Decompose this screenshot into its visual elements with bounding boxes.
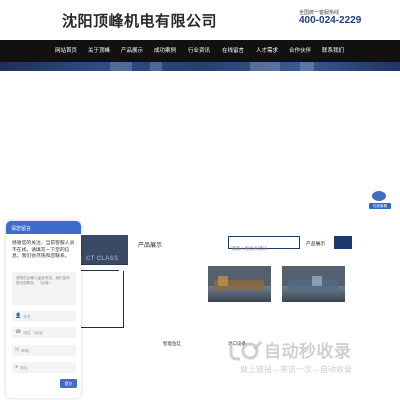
nav-item-products[interactable]: 产品展示 [121,46,143,54]
products-breadcrumb-label: 产品展示 [306,242,326,247]
email-icon: ✉ [15,347,20,353]
service-avatar-icon[interactable] [372,191,386,201]
company-logo-text[interactable]: 沈阳顶峰机电有限公司 [62,10,217,31]
name-field[interactable]: 👤 [12,311,76,322]
hotline-number: 400-024-2229 [299,15,362,26]
email-field[interactable]: ✉ [12,345,76,356]
category-class-heading: CT CLASS [86,256,119,262]
product-search-box [228,236,301,253]
email-input[interactable] [21,346,74,355]
watermark-title: 自动秒收录 [264,342,352,361]
leave-message-widget: 请您留言 感谢您的关注，当前客服人员不在线，请填写一下您的信息，我们会尽快和您联… [6,221,81,398]
chat-greeting: 感谢您的关注，当前客服人员不在线，请填写一下您的信息，我们会尽快和您联系。 [12,241,75,260]
nav-item-about[interactable]: 关于顶峰 [88,46,110,54]
phone-field[interactable]: ☎ [12,327,76,338]
chat-title: 请您留言 [11,225,32,232]
name-input[interactable] [23,312,76,321]
watermark-subtitle: 做上链接→来访一次→自动收录 [240,365,352,374]
address-field[interactable]: ● [12,362,76,373]
product-search-input[interactable] [229,244,301,253]
floating-service-label[interactable]: 在线客服 [369,203,391,209]
product-thumbnail[interactable] [282,266,345,302]
category-box-notch [119,267,127,271]
phone-input[interactable] [23,328,76,337]
nav-item-partners[interactable]: 合作伙伴 [289,46,311,54]
banner-image [0,62,400,71]
message-textarea[interactable]: 请您在此输入留言内容，我们会尽快与您联系。（必填） [12,272,76,305]
address-input[interactable] [20,363,73,372]
nav-item-message[interactable]: 在线留言 [222,46,244,54]
nav-item-cases[interactable]: 成功案例 [154,46,176,54]
submit-button[interactable]: 提交 [60,379,77,388]
location-icon: ● [15,364,19,370]
product-label-aquarium[interactable]: 智能鱼缸 [163,341,181,347]
products-section-title: 产品展示 [138,243,163,249]
user-icon: 👤 [15,313,22,319]
nav-item-contact[interactable]: 联系我们 [322,46,344,54]
phone-icon: ☎ [15,329,22,335]
watermark-logo-icon [229,340,262,361]
nav-item-home[interactable]: 网站首页 [55,46,77,54]
nav-item-news[interactable]: 行业资讯 [188,46,210,54]
nav-item-jobs[interactable]: 人才需求 [256,46,278,54]
product-thumbnail[interactable] [208,266,271,302]
search-button[interactable] [334,236,352,249]
